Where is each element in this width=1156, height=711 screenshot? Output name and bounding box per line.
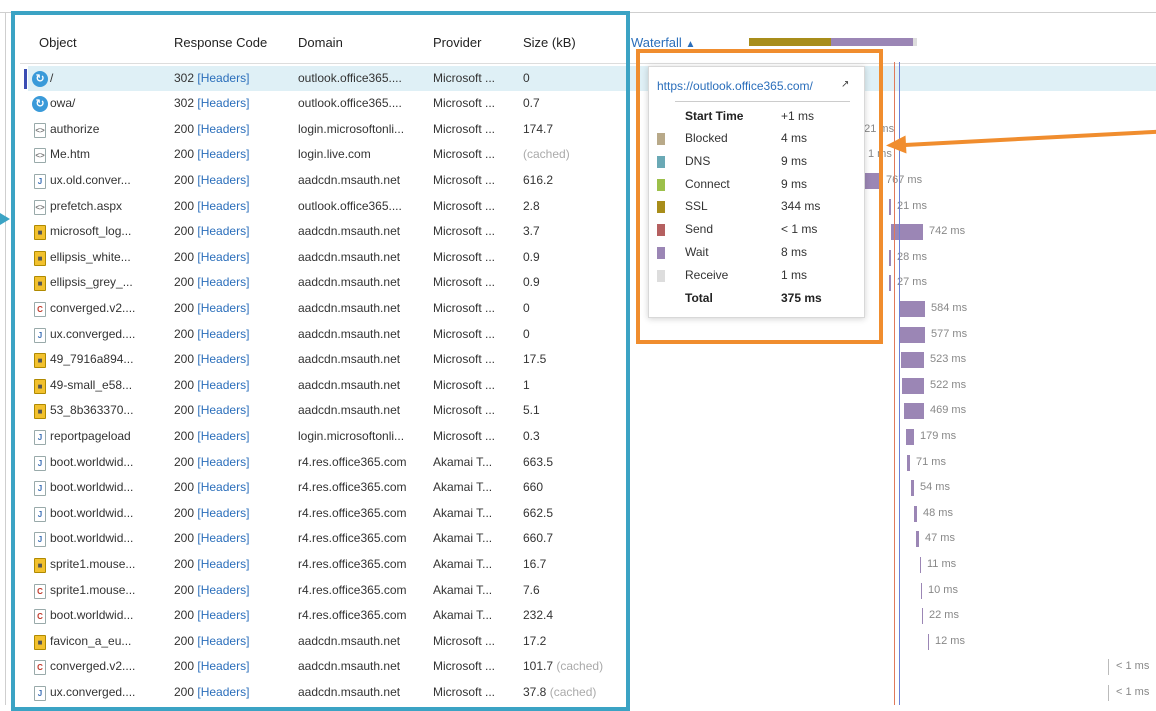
waterfall-bar[interactable]: [916, 531, 919, 548]
waterfall-overview-wait: [831, 38, 913, 46]
annotation-arrow-head: [885, 135, 907, 155]
waterfall-bar[interactable]: [889, 198, 891, 215]
waterfall-overview-receive: [913, 38, 917, 46]
waterfall-duration: 54 ms: [920, 481, 950, 494]
waterfall-overview-ssl: [749, 38, 831, 46]
waterfall-bar[interactable]: [1108, 684, 1109, 701]
tooltip-highlight-box: [636, 49, 883, 344]
waterfall-duration: 71 ms: [916, 455, 946, 468]
waterfall-bar[interactable]: [921, 582, 922, 599]
waterfall-duration: 522 ms: [930, 378, 967, 391]
waterfall-bar[interactable]: [914, 505, 917, 522]
left-border: [5, 12, 6, 705]
waterfall-bar[interactable]: [920, 556, 921, 573]
waterfall-duration: 47 ms: [925, 532, 955, 545]
waterfall-bar[interactable]: [891, 224, 923, 241]
waterfall-duration: < 1 ms: [1116, 685, 1150, 698]
dom-content-loaded-marker: [894, 62, 895, 705]
waterfall-bar[interactable]: [901, 352, 924, 369]
waterfall-bar[interactable]: [911, 480, 914, 497]
waterfall-duration: 27 ms: [897, 276, 927, 289]
waterfall-duration: 10 ms: [928, 583, 958, 596]
waterfall-bar[interactable]: [899, 300, 925, 317]
waterfall-duration: 523 ms: [930, 353, 967, 366]
waterfall-duration: 584 ms: [931, 301, 968, 314]
waterfall-bar[interactable]: [1108, 659, 1109, 676]
waterfall-duration: 742 ms: [929, 225, 966, 238]
table-highlight-box: [11, 11, 630, 711]
waterfall-bar[interactable]: [900, 326, 925, 343]
waterfall-bar[interactable]: [922, 608, 923, 625]
waterfall-duration: 48 ms: [923, 506, 953, 519]
waterfall-duration: 22 ms: [929, 609, 959, 622]
load-event-marker: [899, 62, 900, 705]
waterfall-duration: 577 ms: [931, 327, 968, 340]
waterfall-bar[interactable]: [928, 633, 929, 650]
waterfall-duration: 12 ms: [935, 634, 965, 647]
waterfall-bar[interactable]: [907, 454, 910, 471]
waterfall-duration: 11 ms: [927, 557, 957, 570]
waterfall-bar[interactable]: [902, 377, 924, 394]
waterfall-duration: 767 ms: [886, 173, 923, 186]
waterfall-bar[interactable]: [889, 249, 891, 266]
waterfall-duration: 28 ms: [897, 250, 927, 263]
waterfall-duration: 21 ms: [897, 199, 927, 212]
waterfall-duration: 179 ms: [920, 429, 957, 442]
waterfall-label: Waterfall: [631, 35, 682, 50]
waterfall-duration: 469 ms: [930, 404, 967, 417]
waterfall-bar[interactable]: [904, 403, 924, 420]
waterfall-bar[interactable]: [906, 428, 914, 445]
annotation-blue-arrow: [0, 213, 10, 225]
waterfall-duration: < 1 ms: [1116, 660, 1150, 673]
waterfall-bar[interactable]: [889, 275, 891, 292]
